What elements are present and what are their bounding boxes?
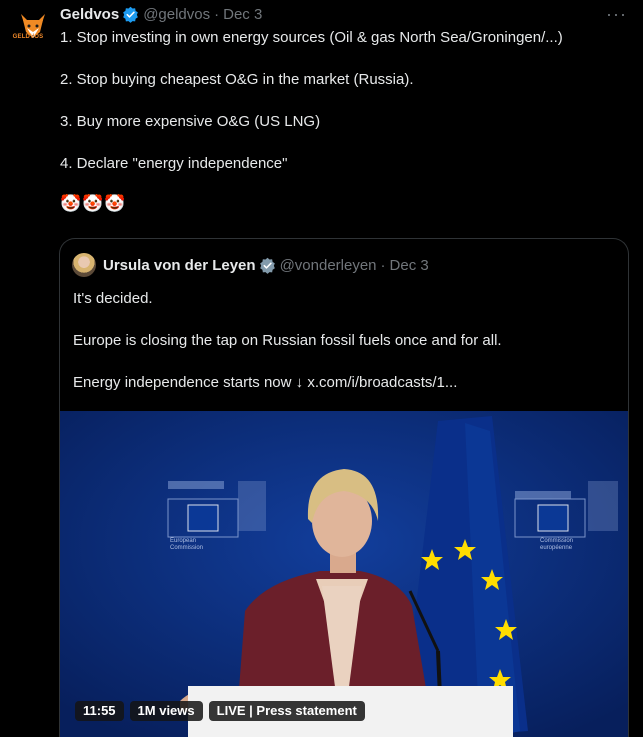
fox-logo-icon: [21, 14, 45, 38]
quoted-author-name[interactable]: Ursula von der Leyen: [103, 257, 256, 274]
quoted-tweet-card[interactable]: Ursula von der Leyen @vonderleyen · Dec …: [59, 238, 629, 737]
svg-text:Commission: Commission: [170, 545, 203, 551]
author-handle[interactable]: @geldvos: [143, 6, 210, 23]
svg-text:European: European: [170, 538, 196, 544]
quoted-author-handle[interactable]: @vonderleyen: [280, 257, 377, 274]
quoted-line: Energy independence starts now ↓ x.com/i…: [73, 373, 618, 392]
press-room-scene: European Commission Commission européenn…: [60, 411, 628, 737]
verified-badge-icon: [123, 6, 139, 23]
video-duration-badge: 11:55: [75, 701, 124, 721]
tweet-body: 1. Stop investing in own energy sources …: [60, 28, 630, 236]
quoted-author-avatar[interactable]: [72, 253, 96, 277]
tweet-line: 2. Stop buying cheapest O&G in the marke…: [60, 71, 414, 88]
quoted-tweet-header: Ursula von der Leyen @vonderleyen · Dec …: [72, 253, 429, 277]
more-options-icon[interactable]: ···: [606, 4, 627, 25]
video-views-badge: 1M views: [129, 701, 203, 721]
svg-text:européenne: européenne: [540, 545, 573, 551]
quoted-line: It's decided.: [73, 290, 153, 307]
video-thumbnail[interactable]: European Commission Commission européenn…: [60, 411, 628, 737]
quoted-tweet-date[interactable]: Dec 3: [390, 257, 429, 274]
tweet-header: Geldvos @geldvos · Dec 3: [60, 4, 262, 24]
header-separator: ·: [214, 5, 220, 23]
tweet-line: 4. Declare "energy independence": [60, 155, 288, 172]
quoted-tweet-body: It's decided. Europe is closing the tap …: [73, 289, 618, 415]
tweet-line: 3. Buy more expensive O&G (US LNG): [60, 113, 321, 130]
author-name[interactable]: Geldvos: [60, 6, 119, 23]
avatar-brand-text: GELDVOS: [12, 34, 44, 40]
quoted-header-separator: ·: [380, 256, 386, 274]
tweet-date[interactable]: Dec 3: [223, 6, 262, 23]
gray-verified-badge-icon: [259, 257, 275, 274]
quoted-line: Europe is closing the tap on Russian fos…: [73, 332, 502, 349]
broadcast-link[interactable]: x.com/i/broadcasts/1...: [307, 374, 457, 391]
quoted-line-prefix: Energy independence starts now ↓: [73, 374, 308, 391]
live-status-badge: LIVE | Press statement: [208, 701, 365, 721]
clown-emoji-line: 🤡🤡🤡: [60, 194, 127, 213]
author-avatar[interactable]: [13, 8, 53, 48]
svg-text:Commission: Commission: [540, 538, 573, 544]
video-info-badges: 11:55 1M views LIVE | Press statement: [75, 701, 365, 721]
tweet-line: 1. Stop investing in own energy sources …: [60, 29, 563, 46]
